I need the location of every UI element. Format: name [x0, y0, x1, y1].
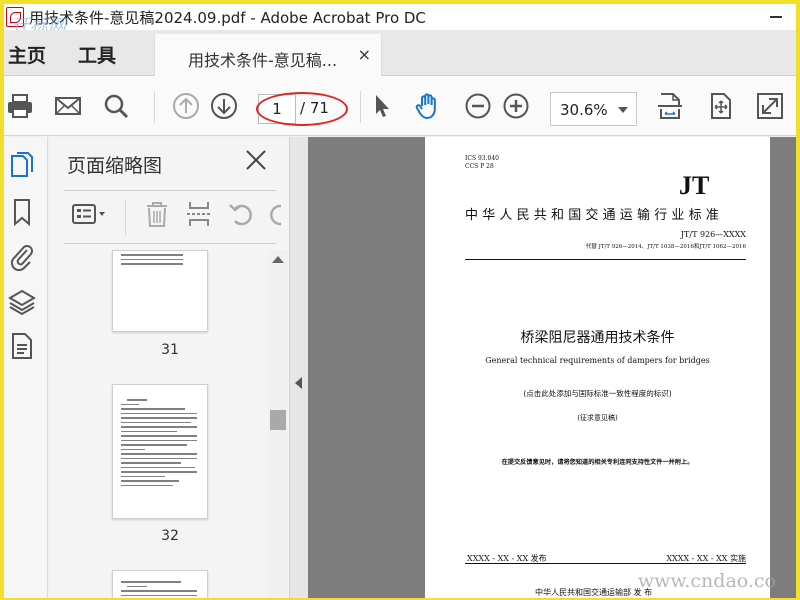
toolbar-divider: [154, 91, 155, 123]
panel-splitter[interactable]: [289, 137, 308, 598]
document-page: ICS 93.040 CCS P 28 JT 中华人民共和国交通运输行业标准 J…: [425, 137, 770, 598]
fit-page-icon[interactable]: [656, 92, 684, 120]
select-arrow-icon[interactable]: [368, 92, 396, 120]
acrobat-logo-icon: [6, 7, 24, 27]
watermark-bottom-right: www.cndao.co: [637, 570, 776, 592]
document-info-icon[interactable]: [8, 331, 36, 361]
print-icon[interactable]: [6, 92, 34, 120]
hand-tool-icon[interactable]: [414, 92, 442, 120]
toolbar-divider: [360, 91, 361, 123]
thumbnail-page-number: 31: [161, 342, 179, 358]
ics-code: ICS 93.040 CCS P 28: [465, 155, 499, 170]
tab-tools[interactable]: 工具: [78, 41, 116, 68]
acrobat-window: 用技术条件-意见稿2024.09.pdf - Adobe Acrobat Pro…: [4, 4, 796, 598]
panel-toolbar-divider: [125, 199, 126, 235]
email-icon[interactable]: [54, 92, 82, 120]
zoom-out-icon[interactable]: [464, 92, 492, 120]
panel-title: 页面缩略图: [67, 155, 163, 177]
standard-code: JT/T 926—XXXX: [680, 230, 746, 239]
document-tab-label: 用技术条件-意见稿...: [188, 51, 338, 70]
insert-page-icon[interactable]: [185, 199, 213, 229]
document-title-en: General technical requirements of damper…: [485, 356, 710, 365]
main-toolbar: 1 / 71 30.6%: [4, 76, 796, 136]
search-icon[interactable]: [102, 92, 130, 120]
bookmarks-icon[interactable]: [8, 197, 36, 227]
scrollbar-thumb[interactable]: [270, 410, 286, 430]
panel-divider: [64, 190, 276, 191]
next-page-icon[interactable]: [210, 92, 238, 120]
undo-icon[interactable]: [227, 199, 255, 229]
replaces-line: 代替 JT/T 926—2014、JT/T 1038—2016和JT/T 106…: [585, 244, 746, 250]
chevron-down-icon: [618, 107, 628, 113]
layers-icon[interactable]: [8, 287, 36, 317]
title-bar: 用技术条件-意见稿2024.09.pdf - Adobe Acrobat Pro…: [4, 4, 796, 30]
rotate-view-icon[interactable]: [706, 92, 734, 120]
attachments-icon[interactable]: [8, 241, 36, 272]
draft-label: (征求意见稿): [577, 414, 618, 422]
zoom-in-icon[interactable]: [502, 92, 530, 120]
highlight-ellipse: [256, 92, 348, 126]
thumbnail-page-32[interactable]: [112, 384, 208, 519]
fullscreen-icon[interactable]: [756, 92, 784, 120]
minimize-icon[interactable]: [770, 16, 782, 18]
jt-logo: JT: [679, 171, 710, 200]
thumbnail-page-31[interactable]: [112, 250, 208, 332]
zoom-value: 30.6%: [560, 101, 608, 119]
panel-close-icon[interactable]: [245, 149, 267, 171]
thumbnail-page-33[interactable]: [112, 570, 208, 598]
thumbnail-options-icon[interactable]: [71, 199, 111, 229]
thumbnails-panel: 页面缩略图 31 32: [49, 137, 289, 598]
tab-row: 主页 工具 用技术条件-意见稿... ×: [4, 30, 796, 76]
issuer-line: 中华人民共和国交通运输部 发 布: [535, 588, 653, 597]
page-thumbnails-icon[interactable]: [8, 151, 36, 181]
scroll-up-icon[interactable]: [272, 256, 284, 263]
navigation-pane-strip: [4, 137, 48, 598]
collapse-panel-icon[interactable]: [295, 377, 302, 389]
document-tab[interactable]: 用技术条件-意见稿... ×: [154, 34, 382, 76]
standard-title: 中华人民共和国交通运输行业标准: [465, 208, 724, 223]
delete-icon[interactable]: [143, 199, 171, 229]
tab-home[interactable]: 主页: [8, 41, 46, 68]
panel-divider: [64, 243, 276, 244]
window-title: 用技术条件-意见稿2024.09.pdf - Adobe Acrobat Pro…: [29, 8, 426, 27]
document-view[interactable]: ICS 93.040 CCS P 28 JT 中华人民共和国交通运输行业标准 J…: [308, 137, 796, 598]
intl-consistency-note: (点击此处添加与国际标准一致性程度的标识): [523, 389, 672, 398]
header-rule: [465, 259, 746, 260]
prev-page-icon[interactable]: [172, 92, 200, 120]
document-tab-close-icon[interactable]: ×: [358, 45, 371, 64]
patent-notice: 在提交反馈意见时，请将您知道的相关专利连同支持性文件一并附上。: [501, 459, 694, 466]
thumbnail-scrollbar[interactable]: [268, 250, 288, 598]
thumbnail-list: 31 32: [64, 250, 276, 598]
zoom-select[interactable]: 30.6%: [550, 92, 637, 126]
document-title-cn: 桥梁阻尼器通用技术条件: [520, 330, 675, 346]
footer-rule: [465, 563, 746, 564]
redo-icon[interactable]: [267, 199, 281, 229]
thumbnail-page-number: 32: [161, 528, 179, 544]
